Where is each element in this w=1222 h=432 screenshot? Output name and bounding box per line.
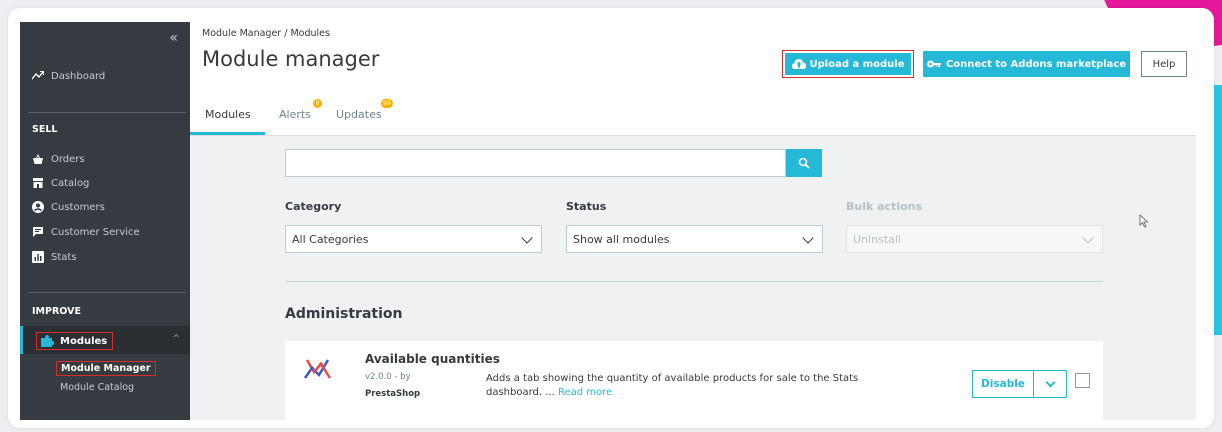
sidebar-item-orders[interactable]: Orders — [32, 153, 85, 165]
bulk-actions-select-value: Uninstall — [853, 232, 901, 246]
key-icon — [926, 60, 941, 68]
category-label: Category — [285, 200, 342, 213]
updates-count-badge: 99 — [381, 99, 393, 108]
sidebar-heading-improve: IMPROVE — [32, 306, 81, 317]
upload-module-button-inner[interactable]: Upload a module — [785, 53, 911, 75]
bulk-actions-select: Uninstall — [846, 225, 1103, 253]
breadcrumb: Module Manager / Modules — [202, 28, 330, 39]
module-chart-icon — [303, 359, 332, 379]
read-more-link[interactable]: Read more — [558, 387, 612, 398]
cloud-upload-icon — [791, 59, 806, 69]
sidebar-item-label: Customers — [51, 201, 105, 213]
sidebar-item-label: Dashboard — [51, 70, 106, 82]
chevron-down-icon — [1082, 232, 1094, 244]
chat-icon — [33, 227, 43, 237]
puzzle-icon — [41, 335, 54, 347]
module-version: v2.0.0 - by — [365, 372, 411, 382]
module-search-input[interactable] — [285, 149, 786, 177]
sidebar: « Dashboard SELL Orders Catalog Customer… — [20, 22, 190, 420]
trending-up-icon — [32, 71, 44, 80]
basket-icon — [33, 154, 43, 164]
search-button[interactable] — [786, 149, 822, 177]
connect-addons-label: Connect to Addons marketplace — [945, 58, 1127, 70]
sidebar-item-stats[interactable]: Stats — [32, 251, 77, 263]
tab-modules[interactable]: Modules — [205, 108, 251, 121]
sidebar-subitem-module-manager[interactable]: Module Manager — [56, 361, 156, 376]
bar-chart-icon — [32, 251, 44, 263]
sidebar-item-label: Catalog — [51, 177, 90, 189]
category-select[interactable]: All Categories — [285, 225, 542, 253]
mouse-cursor-icon — [1139, 214, 1149, 228]
sidebar-item-label: Customer Service — [51, 226, 140, 238]
section-title-administration: Administration — [285, 306, 403, 322]
category-select-value: All Categories — [292, 232, 369, 246]
upload-module-label: Upload a module — [809, 58, 905, 70]
sidebar-item-modules[interactable]: Modules — [36, 332, 114, 350]
bulk-actions-label: Bulk actions — [846, 200, 923, 213]
account-circle-icon — [32, 201, 44, 213]
sidebar-divider — [28, 112, 186, 113]
chevron-down-icon — [802, 232, 814, 244]
chevron-down-icon — [1045, 377, 1056, 388]
disable-button[interactable]: Disable — [972, 370, 1034, 398]
section-divider — [285, 281, 1103, 282]
sidebar-item-dashboard[interactable]: Dashboard — [32, 70, 105, 82]
tab-updates[interactable]: Updates — [336, 108, 382, 121]
status-select-value: Show all modules — [573, 232, 670, 246]
module-description-text: Adds a tab showing the quantity of avail… — [486, 373, 859, 398]
sidebar-divider — [28, 292, 186, 293]
module-author: PrestaShop — [365, 389, 421, 399]
sidebar-subitem-module-catalog[interactable]: Module Catalog — [60, 382, 134, 393]
connect-addons-button[interactable]: Connect to Addons marketplace — [923, 51, 1130, 77]
search-icon — [798, 157, 810, 169]
alerts-count-badge: 0 — [313, 99, 322, 108]
chevron-down-icon — [521, 232, 533, 244]
sidebar-item-customers[interactable]: Customers — [32, 201, 105, 213]
status-label: Status — [566, 200, 607, 213]
help-button[interactable]: Help — [1141, 51, 1187, 77]
collapse-sidebar-icon[interactable]: « — [169, 30, 178, 46]
sidebar-item-catalog[interactable]: Catalog — [32, 177, 89, 189]
sidebar-item-label: Modules — [60, 335, 108, 347]
sidebar-item-customer-service[interactable]: Customer Service — [32, 226, 140, 238]
sidebar-item-label: Orders — [51, 153, 85, 165]
sidebar-item-label: Stats — [51, 251, 77, 263]
page-title: Module manager — [202, 47, 380, 71]
module-description: Adds a tab showing the quantity of avail… — [486, 372, 886, 400]
active-tab-indicator — [190, 132, 265, 135]
status-select[interactable]: Show all modules — [566, 225, 823, 253]
module-name: Available quantities — [365, 352, 500, 366]
module-actions-dropdown-button[interactable] — [1033, 370, 1067, 398]
upload-module-button[interactable]: Upload a module — [782, 50, 914, 78]
module-select-checkbox[interactable] — [1075, 373, 1090, 388]
tab-alerts[interactable]: Alerts — [279, 108, 311, 121]
chevron-up-icon: ^ — [172, 334, 180, 344]
sidebar-heading-sell: SELL — [32, 124, 58, 135]
store-icon — [33, 178, 43, 188]
